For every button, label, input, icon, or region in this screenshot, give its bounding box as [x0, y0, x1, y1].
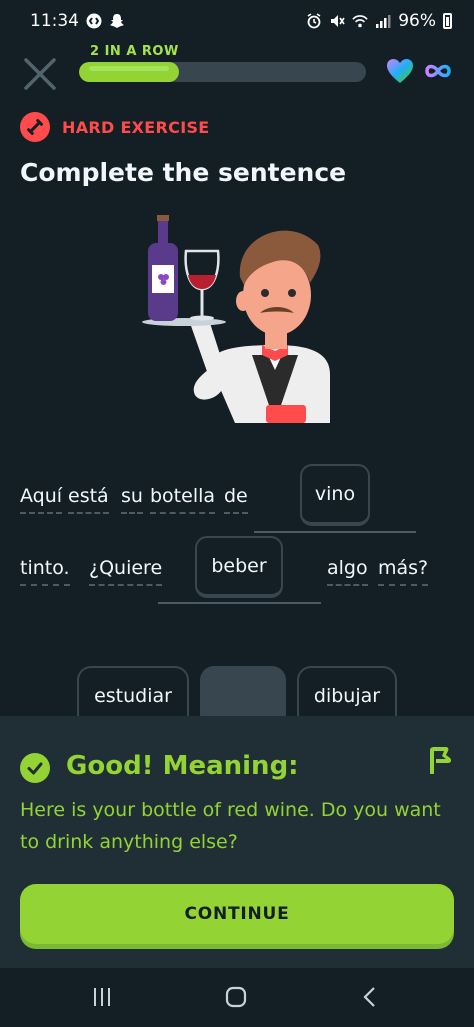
sentence-word[interactable]: ¿Quiere: [89, 556, 163, 586]
progress-fill: [79, 62, 180, 82]
answer-chip-1[interactable]: vino: [300, 464, 370, 526]
check-icon: [20, 753, 50, 783]
sentence-word[interactable]: su: [121, 484, 143, 514]
blank-line: [254, 531, 416, 533]
shazam-icon: [86, 13, 102, 29]
home-icon[interactable]: [221, 982, 251, 1012]
battery-percent: 96%: [398, 11, 436, 31]
sentence-area: Aquí está su botella de vino tinto. ¿Qui…: [20, 460, 460, 620]
back-icon[interactable]: [355, 982, 385, 1012]
continue-button[interactable]: CONTINUE: [20, 884, 454, 944]
alarm-icon: [306, 13, 322, 29]
status-bar: 11:34 96%: [0, 0, 474, 42]
feedback-text: Here is your bottle of red wine. Do you …: [20, 799, 441, 853]
signal-icon: [375, 13, 391, 29]
feedback-panel: Good! Meaning: Here is your bottle of re…: [0, 716, 474, 968]
difficulty-label: HARD EXERCISE: [62, 117, 210, 137]
page-title: Complete the sentence: [20, 158, 347, 187]
sentence-word[interactable]: más?: [378, 556, 429, 586]
waiter-illustration: [140, 205, 340, 427]
answer-chip-2[interactable]: beber: [195, 536, 283, 598]
sentence-word[interactable]: está: [68, 484, 109, 514]
feedback-title: Good! Meaning:: [66, 751, 299, 781]
recent-apps-icon[interactable]: [87, 982, 117, 1012]
mute-icon: [329, 13, 345, 29]
sentence-word[interactable]: tinto.: [20, 556, 70, 586]
dumbbell-icon: [20, 112, 50, 142]
heart-icon[interactable]: [386, 58, 414, 84]
sentence-word[interactable]: algo: [327, 556, 368, 586]
infinity-icon: [424, 60, 452, 82]
system-nav-bar: [0, 968, 474, 1027]
difficulty-row: HARD EXERCISE: [20, 112, 210, 142]
wifi-icon: [352, 13, 368, 29]
blank-line: [158, 602, 321, 604]
status-time: 11:34: [30, 11, 79, 31]
close-icon[interactable]: [22, 56, 58, 92]
snapchat-icon: [109, 13, 125, 29]
sentence-word[interactable]: Aquí: [20, 484, 63, 514]
progress-bar: [79, 62, 366, 82]
battery-icon: [443, 13, 452, 29]
streak-label: 2 IN A ROW: [90, 44, 179, 59]
lesson-header: 2 IN A ROW: [0, 44, 474, 94]
sentence-word[interactable]: botella: [150, 484, 216, 514]
flag-icon[interactable]: [426, 744, 454, 776]
sentence-word[interactable]: de: [224, 484, 248, 514]
